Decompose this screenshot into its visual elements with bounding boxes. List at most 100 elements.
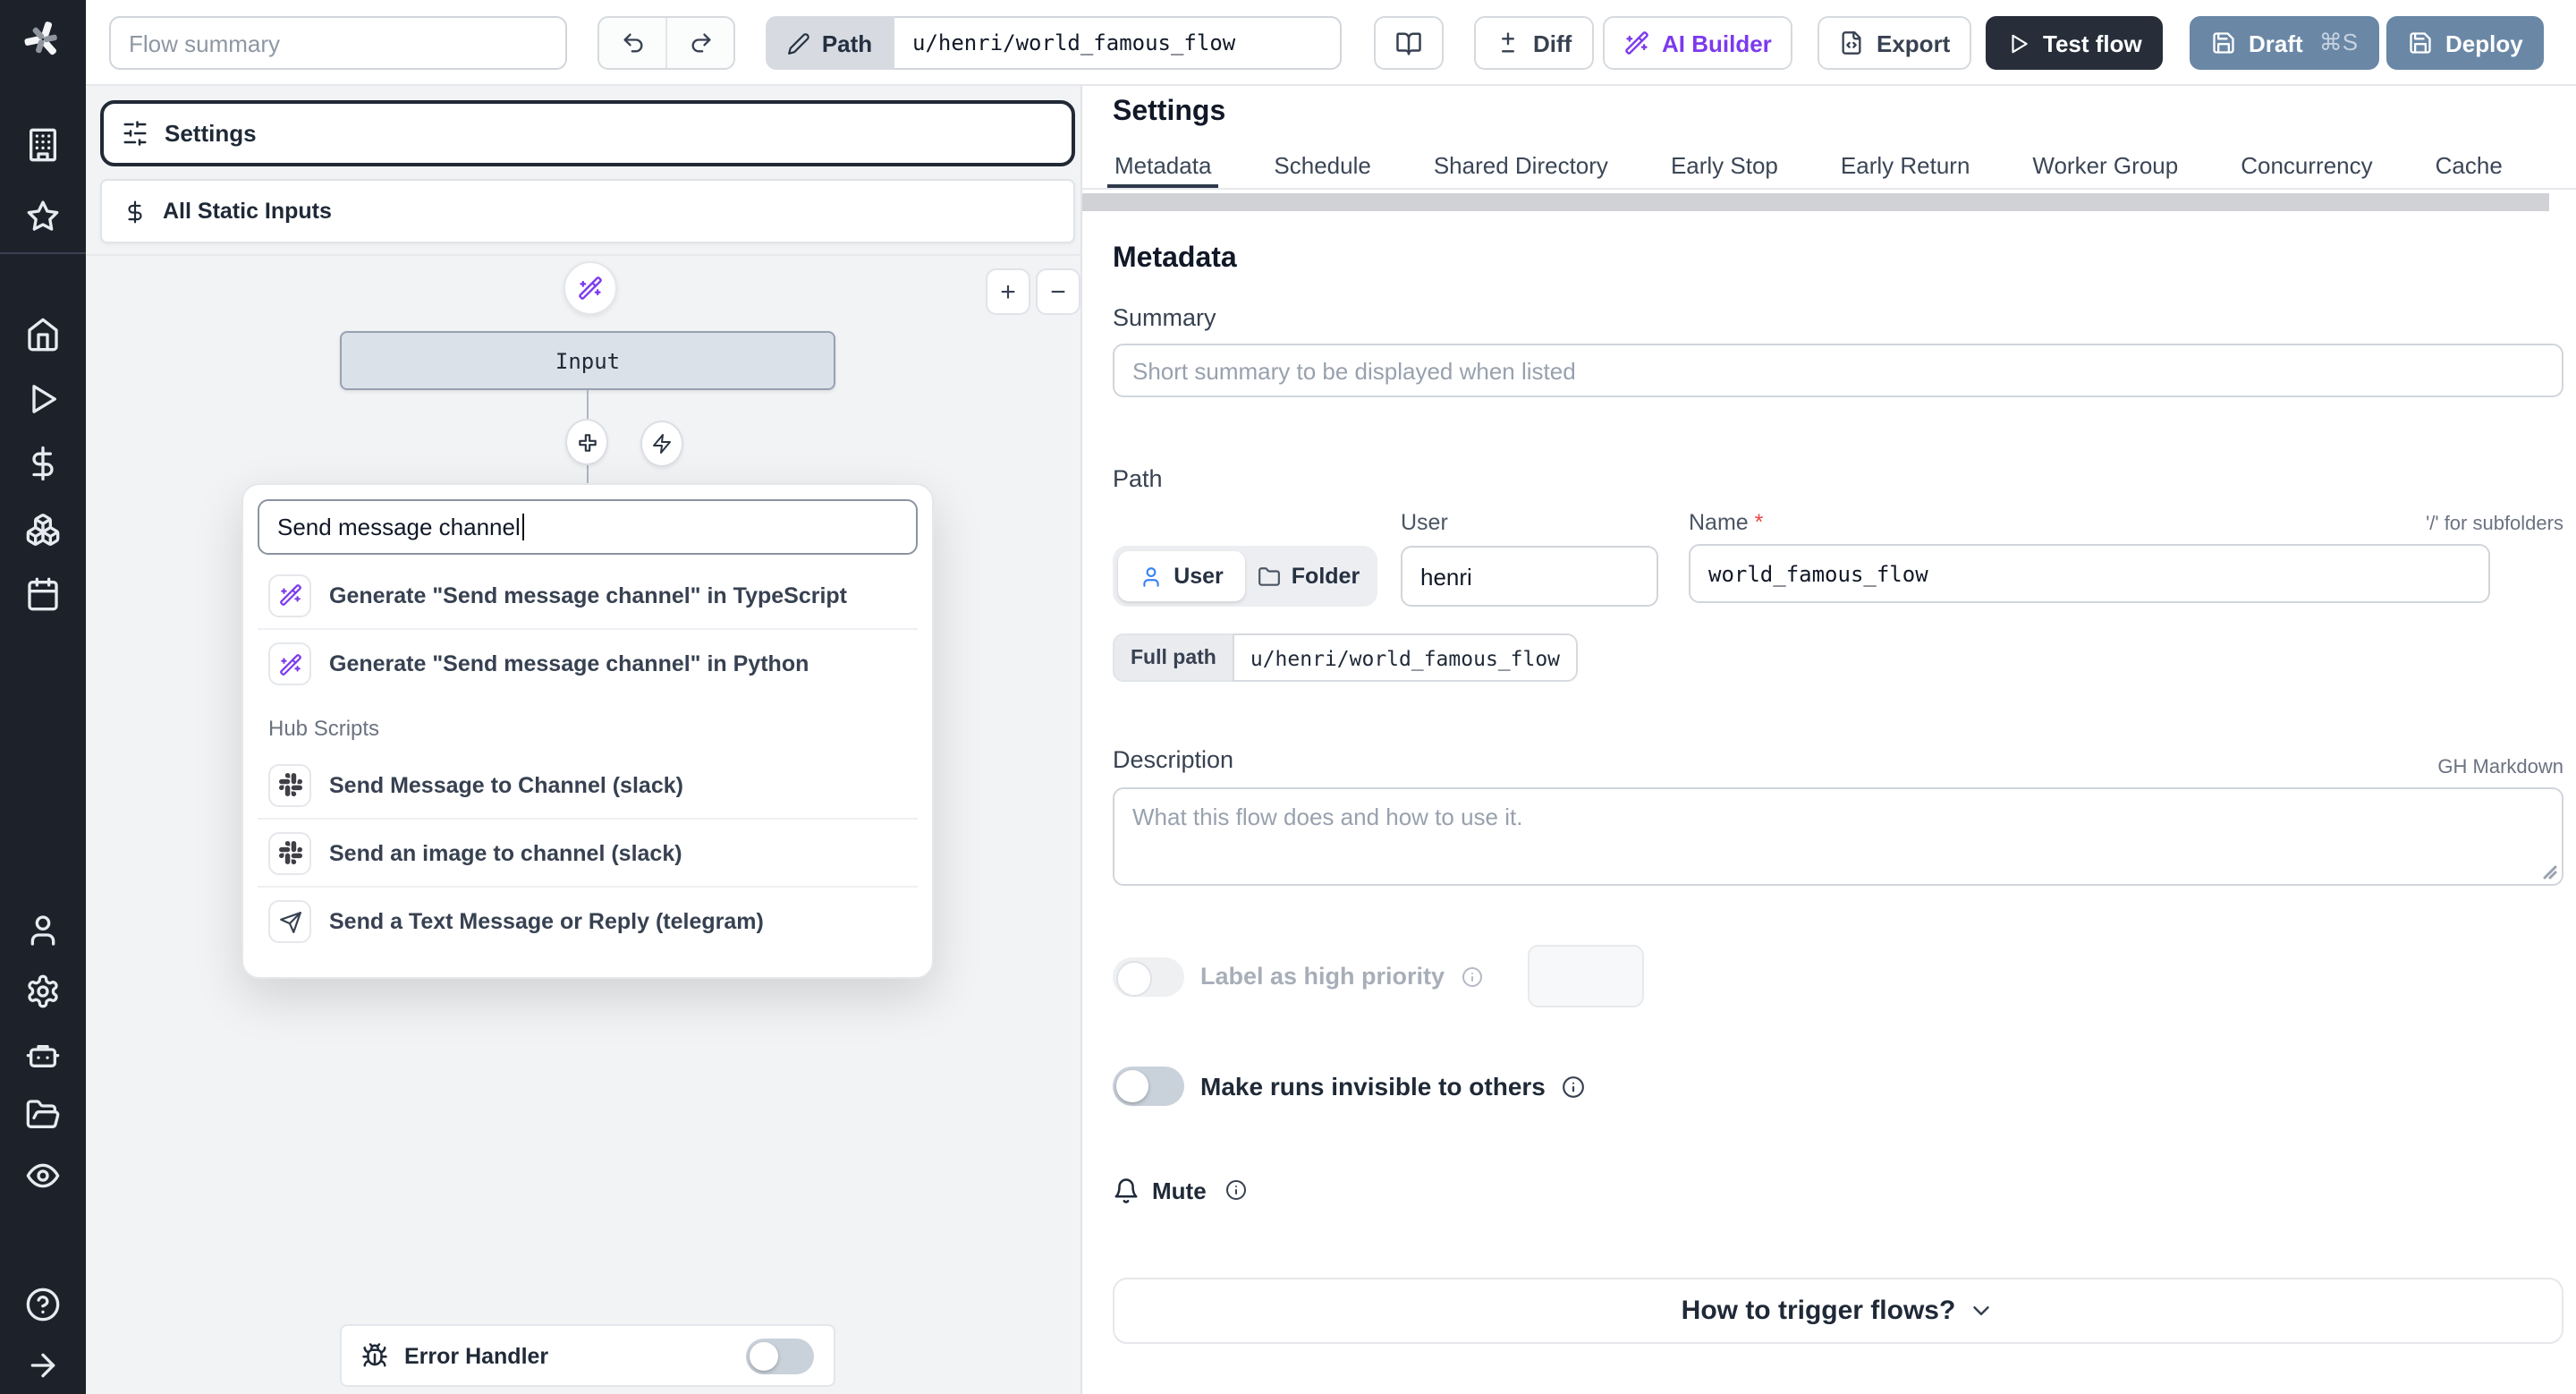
canvas-zoom-in-button[interactable]: + [986, 268, 1030, 315]
sidebar-item-variables[interactable] [25, 446, 61, 481]
plus-icon [578, 433, 596, 451]
redo-icon [691, 33, 710, 53]
undo-button[interactable] [599, 18, 667, 68]
full-path-value: u/henri/world_famous_flow [1232, 633, 1579, 682]
chevron-down-icon [1973, 1306, 1990, 1315]
play-icon [32, 385, 56, 413]
deploy-button[interactable]: Deploy [2386, 16, 2545, 70]
user-icon [1143, 566, 1159, 586]
building-icon [30, 128, 56, 162]
add-trigger-button[interactable] [640, 421, 683, 467]
step-search-value: Send message channel [277, 514, 521, 540]
tab-metadata[interactable]: Metadata [1107, 141, 1219, 188]
tabs-scrollbar[interactable] [1082, 193, 2549, 211]
flow-input-node[interactable]: Input [340, 331, 835, 390]
sidebar-item-home[interactable] [25, 317, 61, 353]
item-label: Send an image to channel (slack) [329, 840, 682, 865]
owner-folder-option[interactable]: Folder [1245, 551, 1372, 601]
arrow-right-icon [30, 1353, 55, 1378]
slack-icon [268, 763, 311, 806]
tab-cache[interactable]: Cache [2428, 141, 2510, 188]
book-open-icon [1396, 31, 1421, 55]
canvas-zoom-out-button[interactable]: − [1036, 268, 1080, 315]
undo-icon [623, 33, 642, 53]
error-handler-node[interactable]: Error Handler [340, 1324, 835, 1387]
path-badge[interactable]: Path [766, 16, 894, 70]
hub-scripts-header: Hub Scripts [268, 716, 380, 741]
owner-user-option[interactable]: User [1118, 551, 1245, 601]
invisible-runs-toggle[interactable] [1113, 1067, 1184, 1106]
tab-early-return[interactable]: Early Return [1834, 141, 1978, 188]
info-icon[interactable] [1461, 965, 1482, 987]
wand-icon [268, 642, 311, 685]
error-handler-toggle[interactable] [746, 1338, 814, 1373]
step-picker-dropdown: Send message channel Generate "Send mess… [242, 483, 934, 979]
sidebar-item-resources[interactable] [25, 512, 61, 548]
sidebar-item-folders[interactable] [25, 1097, 61, 1133]
high-priority-toggle[interactable] [1113, 956, 1184, 996]
path-badge-label: Path [821, 30, 873, 56]
hub-script-item[interactable]: Send a Text Message or Reply (telegram) [258, 888, 918, 956]
ai-flow-builder-button[interactable] [564, 261, 617, 315]
tab-worker-group[interactable]: Worker Group [2025, 141, 2185, 188]
sidebar-item-audit[interactable] [25, 1158, 61, 1194]
deploy-label: Deploy [2445, 30, 2523, 56]
sidebar-item-settings[interactable] [25, 973, 61, 1009]
tab-early-stop[interactable]: Early Stop [1664, 141, 1785, 188]
sidebar-item-help[interactable] [25, 1287, 61, 1322]
info-icon[interactable] [1562, 1075, 1585, 1098]
sidebar-expand-button[interactable] [25, 1347, 61, 1383]
flow-settings-button[interactable]: Settings [100, 100, 1075, 166]
item-label: Generate "Send message channel" in TypeS… [329, 582, 847, 608]
test-flow-button[interactable]: Test flow [1986, 16, 2164, 70]
sliders-icon [123, 121, 147, 146]
test-flow-label: Test flow [2043, 30, 2142, 56]
sidebar-item-workers[interactable] [25, 1036, 61, 1072]
sidebar-item-workspace[interactable] [25, 127, 61, 163]
ai-builder-button[interactable]: AI Builder [1603, 16, 1793, 70]
info-icon[interactable] [1226, 1179, 1248, 1201]
sidebar-item-account[interactable] [25, 913, 61, 948]
folder-open-icon [26, 1100, 60, 1128]
flow-settings-label: Settings [165, 120, 257, 147]
windmill-logo[interactable] [18, 14, 68, 64]
calendar-icon [28, 577, 58, 611]
tab-shared-directory[interactable]: Shared Directory [1427, 141, 1615, 188]
draft-button[interactable]: Draft ⌘S [2190, 16, 2380, 70]
name-input[interactable] [1689, 544, 2490, 603]
sidebar-item-runs[interactable] [25, 381, 61, 417]
sidebar-item-schedules[interactable] [25, 576, 61, 612]
docs-button[interactable] [1374, 16, 1444, 70]
telegram-icon [268, 900, 311, 943]
step-search-input[interactable]: Send message channel [258, 499, 918, 555]
all-static-inputs-label: All Static Inputs [163, 199, 332, 224]
settings-title: Settings [1113, 97, 1226, 127]
redo-button[interactable] [667, 18, 733, 68]
undo-redo-group [597, 16, 735, 70]
hub-script-item[interactable]: Send an image to channel (slack) [258, 820, 918, 888]
generate-typescript-item[interactable]: Generate "Send message channel" in TypeS… [258, 562, 918, 630]
all-static-inputs-button[interactable]: All Static Inputs [100, 179, 1075, 243]
diff-button[interactable]: Diff [1474, 16, 1594, 70]
flow-path-input[interactable] [894, 16, 1342, 70]
hub-script-item[interactable]: Send Message to Channel (slack) [258, 752, 918, 820]
add-step-button[interactable] [565, 419, 608, 465]
windmill-logo-icon [24, 21, 57, 55]
folder-icon [1258, 566, 1280, 585]
summary-input[interactable] [1113, 344, 2563, 397]
required-asterisk: * [1754, 510, 1764, 535]
error-handler-label: Error Handler [404, 1343, 549, 1368]
item-label: Generate "Send message channel" in Pytho… [329, 651, 809, 676]
summary-label: Summary [1113, 304, 1216, 331]
item-label: Send a Text Message or Reply (telegram) [329, 909, 764, 934]
export-button[interactable]: Export [1818, 16, 1972, 70]
tab-schedule[interactable]: Schedule [1267, 141, 1377, 188]
description-textarea[interactable] [1113, 787, 2563, 886]
sidebar-item-favorites[interactable] [25, 199, 61, 234]
tab-concurrency[interactable]: Concurrency [2233, 141, 2379, 188]
how-to-trigger-button[interactable]: How to trigger flows? [1113, 1278, 2563, 1344]
boxes-icon [26, 514, 60, 546]
flow-summary-input[interactable] [109, 16, 567, 70]
generate-python-item[interactable]: Generate "Send message channel" in Pytho… [258, 630, 918, 698]
user-input[interactable] [1401, 546, 1658, 607]
